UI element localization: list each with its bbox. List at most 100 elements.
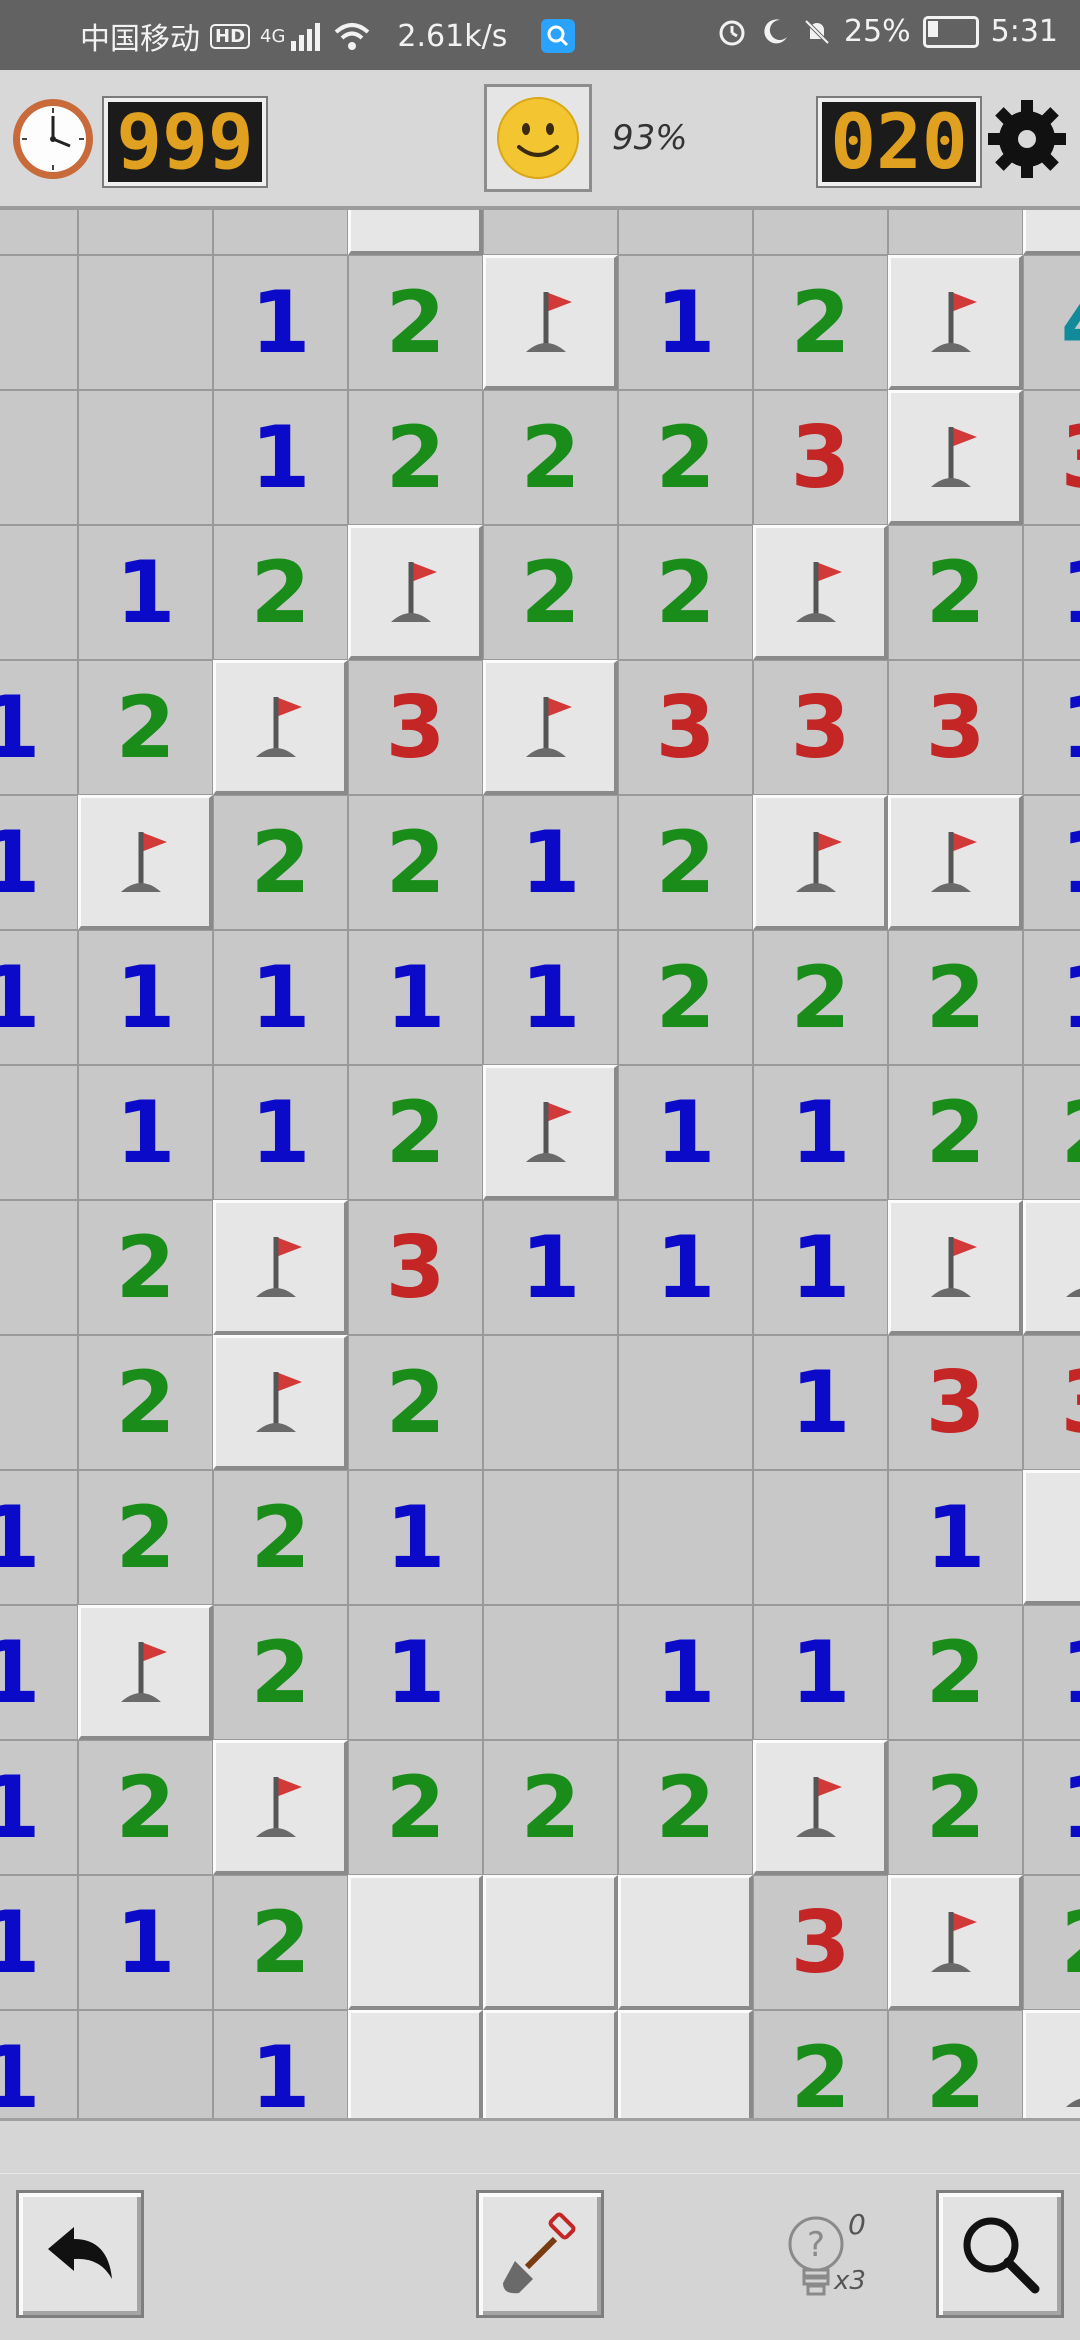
flagged-cell[interactable] [888,1200,1023,1335]
unopened-cell[interactable] [348,1875,483,2010]
number-cell[interactable]: 3 [348,660,483,795]
number-cell[interactable]: 1 [213,390,348,525]
empty-cell[interactable] [0,390,78,525]
unopened-cell[interactable] [348,210,483,255]
number-cell[interactable]: 2 [888,2010,1023,2118]
number-cell[interactable]: 1 [78,1875,213,2010]
number-cell[interactable]: 1 [753,1065,888,1200]
number-cell[interactable]: 2 [213,525,348,660]
number-cell[interactable]: 1 [0,795,78,930]
dig-mode-button[interactable] [476,2190,604,2318]
number-cell[interactable]: 1 [1023,930,1080,1065]
number-cell[interactable]: 3 [888,1335,1023,1470]
flagged-cell[interactable] [213,1200,348,1335]
number-cell[interactable]: 1 [483,1200,618,1335]
number-cell[interactable]: 1 [0,930,78,1065]
number-cell[interactable]: 2 [348,1335,483,1470]
empty-cell[interactable] [78,2010,213,2118]
number-cell[interactable]: 2 [753,930,888,1065]
flagged-cell[interactable] [888,255,1023,390]
empty-cell[interactable] [78,210,213,255]
empty-cell[interactable] [78,255,213,390]
number-cell[interactable]: 1 [618,1605,753,1740]
flagged-cell[interactable] [1023,2010,1080,2118]
number-cell[interactable]: 1 [78,525,213,660]
flagged-cell[interactable] [753,795,888,930]
number-cell[interactable]: 1 [348,1605,483,1740]
number-cell[interactable]: 2 [348,390,483,525]
number-cell[interactable]: 4 [1023,255,1080,390]
number-cell[interactable]: 3 [618,660,753,795]
number-cell[interactable]: 2 [618,1740,753,1875]
number-cell[interactable]: 2 [78,1200,213,1335]
number-cell[interactable]: 2 [888,1740,1023,1875]
number-cell[interactable]: 2 [78,660,213,795]
empty-cell[interactable] [888,210,1023,255]
number-cell[interactable]: 1 [0,1740,78,1875]
settings-gear-icon[interactable] [984,96,1070,182]
number-cell[interactable]: 1 [0,1470,78,1605]
number-cell[interactable]: 2 [618,930,753,1065]
minefield-board[interactable]: 1212412223312222112333311221211111122211… [0,210,1080,2118]
empty-cell[interactable] [618,210,753,255]
number-cell[interactable]: 1 [888,1470,1023,1605]
number-cell[interactable]: 3 [1023,390,1080,525]
number-cell[interactable]: 1 [0,1875,78,2010]
number-cell[interactable]: 2 [1023,1065,1080,1200]
number-cell[interactable]: 2 [1023,1875,1080,2010]
number-cell[interactable]: 1 [618,1065,753,1200]
flagged-cell[interactable] [888,1875,1023,2010]
number-cell[interactable]: 2 [753,255,888,390]
hint-control[interactable]: ? 0 x3 [786,2208,886,2314]
flagged-cell[interactable] [1023,1200,1080,1335]
number-cell[interactable]: 2 [348,255,483,390]
number-cell[interactable]: 1 [0,2010,78,2118]
number-cell[interactable]: 1 [0,660,78,795]
empty-cell[interactable] [0,525,78,660]
flagged-cell[interactable] [483,1065,618,1200]
flagged-cell[interactable] [78,1605,213,1740]
number-cell[interactable]: 2 [753,2010,888,2118]
number-cell[interactable]: 3 [753,390,888,525]
number-cell[interactable]: 1 [483,930,618,1065]
number-cell[interactable]: 1 [618,1200,753,1335]
flagged-cell[interactable] [753,525,888,660]
flagged-cell[interactable] [483,255,618,390]
number-cell[interactable]: 2 [78,1740,213,1875]
number-cell[interactable]: 1 [213,2010,348,2118]
flagged-cell[interactable] [753,1740,888,1875]
empty-cell[interactable] [0,1065,78,1200]
unopened-cell[interactable] [483,1875,618,2010]
number-cell[interactable]: 2 [78,1470,213,1605]
number-cell[interactable]: 2 [213,1470,348,1605]
flagged-cell[interactable] [888,795,1023,930]
number-cell[interactable]: 2 [888,930,1023,1065]
empty-cell[interactable] [213,210,348,255]
number-cell[interactable]: 2 [483,525,618,660]
empty-cell[interactable] [483,210,618,255]
unopened-cell[interactable] [1023,210,1080,255]
number-cell[interactable]: 1 [78,1065,213,1200]
empty-cell[interactable] [618,1470,753,1605]
number-cell[interactable]: 1 [1023,1605,1080,1740]
number-cell[interactable]: 1 [1023,795,1080,930]
empty-cell[interactable] [753,210,888,255]
number-cell[interactable]: 1 [213,1065,348,1200]
empty-cell[interactable] [483,1335,618,1470]
number-cell[interactable]: 2 [888,1605,1023,1740]
empty-cell[interactable] [618,1335,753,1470]
smiley-reset-button[interactable] [484,84,592,192]
number-cell[interactable]: 3 [753,1875,888,2010]
flagged-cell[interactable] [213,1740,348,1875]
flagged-cell[interactable] [213,1335,348,1470]
number-cell[interactable]: 1 [213,930,348,1065]
empty-cell[interactable] [0,1200,78,1335]
number-cell[interactable]: 1 [753,1335,888,1470]
empty-cell[interactable] [78,390,213,525]
number-cell[interactable]: 2 [618,390,753,525]
zoom-search-button[interactable] [936,2190,1064,2318]
empty-cell[interactable] [0,255,78,390]
unopened-cell[interactable] [348,2010,483,2118]
unopened-cell[interactable] [1023,1470,1080,1605]
flagged-cell[interactable] [483,660,618,795]
